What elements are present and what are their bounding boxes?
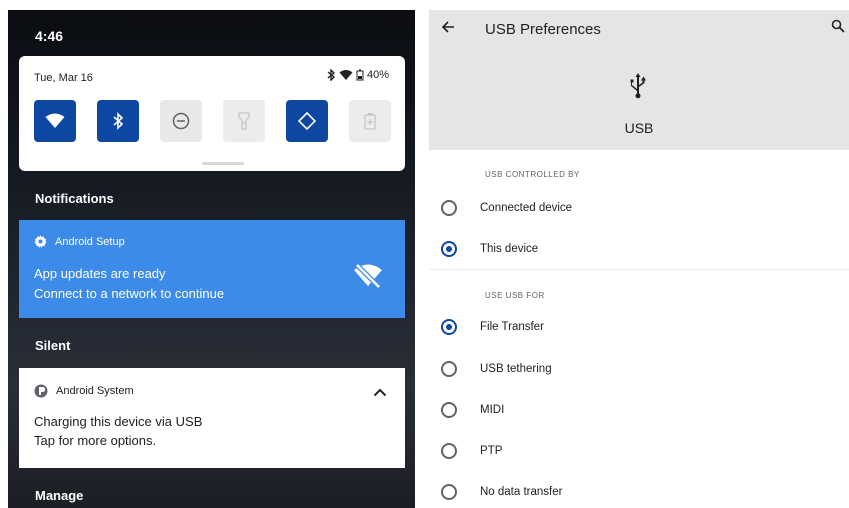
option-label: File Transfer <box>480 321 544 333</box>
expand-collapse-button[interactable] <box>373 384 387 402</box>
flashlight-icon <box>238 112 250 130</box>
notifications-header: Notifications <box>35 191 114 206</box>
option-label: PTP <box>480 445 503 457</box>
app-bar: USB Preferences USB <box>429 10 849 150</box>
battery-status-icon <box>356 69 364 81</box>
wifi-icon <box>45 113 65 128</box>
android-setup-notification[interactable]: Android Setup App updates are ready Conn… <box>19 220 405 318</box>
radio-midi[interactable] <box>441 402 457 418</box>
manage-button[interactable]: Manage <box>35 488 83 503</box>
notification-app-name: Android System <box>56 385 134 397</box>
option-connected-device[interactable]: Connected device <box>429 188 849 228</box>
quick-settings-drag-handle[interactable] <box>202 162 244 165</box>
option-label: Connected device <box>480 202 573 214</box>
silent-header: Silent <box>35 338 71 353</box>
notification-title: App updates are ready <box>34 266 166 281</box>
bluetooth-icon <box>113 112 124 130</box>
wifi-tile[interactable] <box>34 100 76 142</box>
radio-file-transfer[interactable] <box>441 319 457 335</box>
option-no-data-transfer[interactable]: No data transfer <box>429 472 849 508</box>
battery-percent: 40% <box>366 69 389 81</box>
radio-usb-tethering[interactable] <box>441 361 457 377</box>
option-this-device[interactable]: This device <box>429 229 849 269</box>
battery-saver-tile[interactable] <box>349 100 391 142</box>
option-ptp[interactable]: PTP <box>429 431 849 471</box>
android-system-icon <box>34 384 48 398</box>
radio-no-data-transfer[interactable] <box>441 484 457 500</box>
radio-ptp[interactable] <box>441 443 457 459</box>
notification-app-name: Android Setup <box>55 235 125 248</box>
section-divider <box>429 269 849 270</box>
option-label: This device <box>480 243 539 255</box>
quick-settings-tiles <box>34 100 391 142</box>
quick-settings-date: Tue, Mar 16 <box>34 72 93 84</box>
notification-action[interactable] <box>353 262 383 293</box>
status-bar-time: 4:46 <box>35 28 64 44</box>
notification-text: Connect to a network to continue <box>34 286 225 301</box>
page-title: USB Preferences <box>485 21 601 38</box>
search-icon <box>831 19 845 33</box>
notification-shade: 4:46 Tue, Mar 16 40% Notifications Andro… <box>8 10 415 508</box>
usb-header-label: USB <box>624 120 654 136</box>
notification-app-row: Android Setup <box>34 235 125 248</box>
option-label: USB tethering <box>480 363 552 375</box>
option-usb-tethering[interactable]: USB tethering <box>429 349 849 389</box>
option-label: No data transfer <box>480 486 563 498</box>
radio-connected-device[interactable] <box>441 200 457 216</box>
do-not-disturb-tile[interactable] <box>160 100 202 142</box>
wifi-status-icon <box>339 70 353 80</box>
flashlight-tile[interactable] <box>223 100 265 142</box>
bluetooth-tile[interactable] <box>97 100 139 142</box>
do-not-disturb-icon <box>172 112 190 130</box>
usb-preferences-screen: USB Preferences USB USB CONTROLLED BY Co… <box>429 10 849 508</box>
option-label: MIDI <box>480 404 505 416</box>
option-midi[interactable]: MIDI <box>429 390 849 430</box>
battery-saver-icon <box>364 113 376 130</box>
notification-app-row: Android System <box>34 384 134 398</box>
usb-icon <box>627 72 649 105</box>
arrow-left-icon <box>441 21 454 33</box>
quick-settings-panel: Tue, Mar 16 40% <box>19 56 405 171</box>
quick-settings-status: 40% <box>326 69 389 81</box>
auto-rotate-tile[interactable] <box>286 100 328 142</box>
bluetooth-status-icon <box>327 69 336 81</box>
radio-this-device[interactable] <box>441 241 457 257</box>
chevron-up-icon <box>373 388 387 397</box>
option-file-transfer[interactable]: File Transfer <box>429 307 849 347</box>
use-usb-for-header: USE USB FOR <box>485 291 545 300</box>
gear-icon <box>34 235 47 248</box>
notification-text: Tap for more options. <box>34 433 157 448</box>
wifi-off-icon <box>354 263 382 289</box>
search-button[interactable] <box>831 19 845 38</box>
android-system-notification[interactable]: Android System Charging this device via … <box>19 368 405 468</box>
usb-controlled-by-header: USB CONTROLLED BY <box>485 170 580 179</box>
auto-rotate-icon <box>297 111 317 131</box>
notification-title: Charging this device via USB <box>34 414 203 429</box>
back-button[interactable] <box>441 20 455 39</box>
